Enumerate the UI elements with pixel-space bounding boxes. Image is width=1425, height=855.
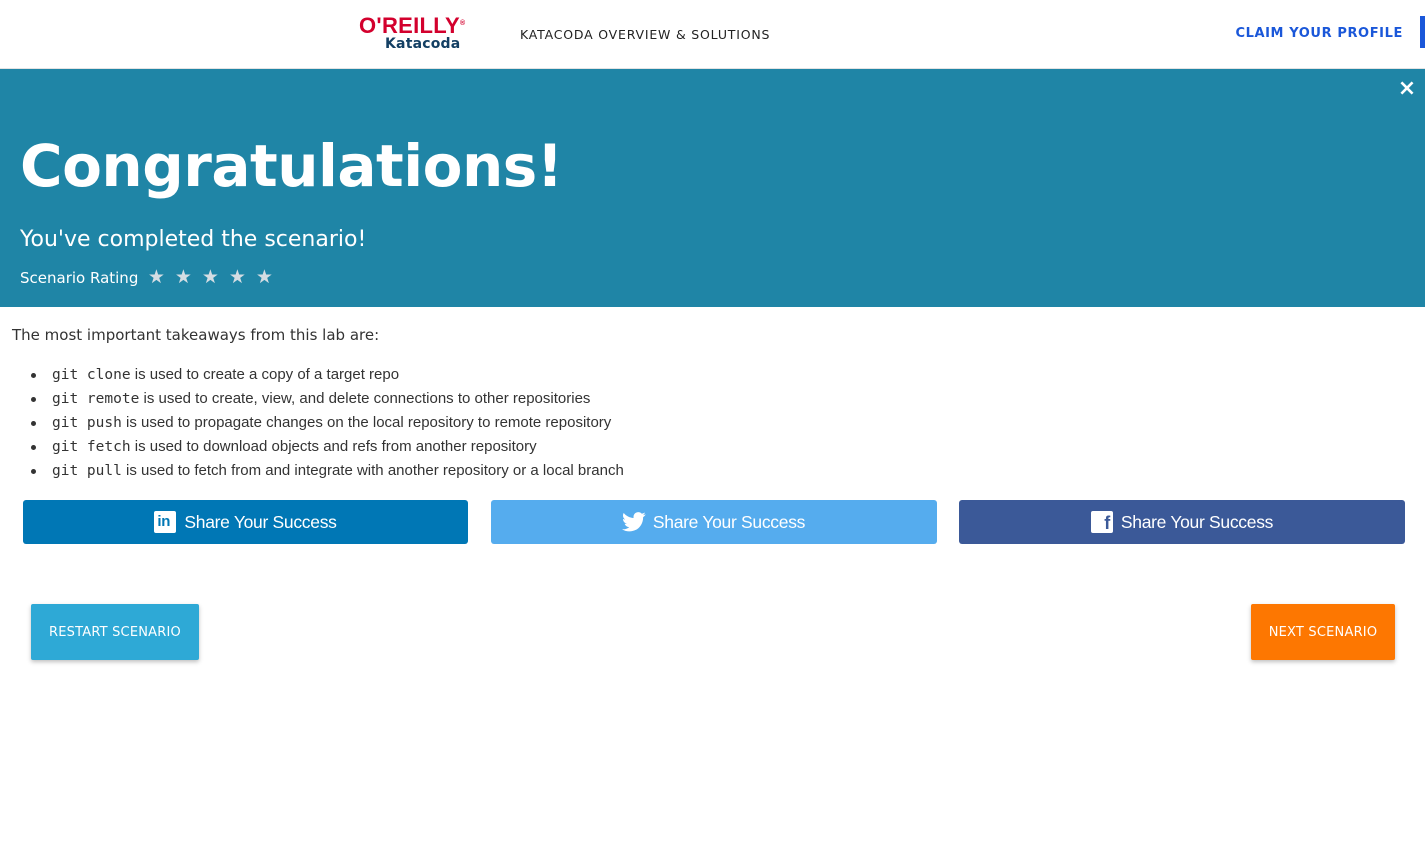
- restart-scenario-button[interactable]: RESTART SCENARIO: [31, 604, 199, 660]
- congratulations-title: Congratulations!: [20, 132, 563, 200]
- list-item-text: is used to download objects and refs fro…: [130, 438, 537, 455]
- linkedin-icon: in: [154, 511, 177, 533]
- nav-katacoda-overview-link[interactable]: KATACODA OVERVIEW & SOLUTIONS: [520, 27, 770, 43]
- completion-subtitle: You've completed the scenario!: [20, 227, 367, 252]
- takeaways-list: git clone is used to create a copy of a …: [12, 363, 624, 483]
- list-item: git pull is used to fetch from and integ…: [12, 459, 624, 483]
- share-twitter-label: Share Your Success: [652, 511, 806, 532]
- share-linkedin-button[interactable]: in Share Your Success: [23, 500, 468, 544]
- command-code: git remote: [52, 391, 140, 407]
- list-item-text: is used to create a copy of a target rep…: [130, 366, 400, 383]
- share-twitter-button[interactable]: Share Your Success: [491, 500, 937, 544]
- facebook-icon: f: [1090, 511, 1113, 533]
- list-item: git fetch is used to download objects an…: [12, 435, 624, 459]
- list-item-text: is used to propagate changes on the loca…: [121, 414, 612, 431]
- oreilly-katacoda-logo[interactable]: O'REILLY® Katacoda: [359, 14, 473, 54]
- share-facebook-label: Share Your Success: [1120, 511, 1274, 532]
- share-linkedin-label: Share Your Success: [184, 511, 337, 532]
- takeaways-intro: The most important takeaways from this l…: [12, 326, 380, 344]
- list-item: git push is used to propagate changes on…: [12, 411, 624, 435]
- close-icon[interactable]: ×: [1395, 77, 1419, 101]
- list-item-text: is used to create, view, and delete conn…: [139, 390, 591, 407]
- logo-product-text: Katacoda: [385, 36, 461, 52]
- top-navbar: O'REILLY® Katacoda KATACODA OVERVIEW & S…: [0, 0, 1425, 69]
- congratulations-banner: × Congratulations! You've completed the …: [0, 69, 1425, 307]
- command-code: git push: [52, 415, 122, 431]
- next-scenario-button[interactable]: NEXT SCENARIO: [1251, 604, 1395, 660]
- takeaways-section: The most important takeaways from this l…: [12, 323, 1412, 479]
- scenario-rating: Scenario Rating ★ ★ ★ ★ ★: [20, 266, 281, 290]
- command-code: git pull: [52, 463, 122, 479]
- claim-profile-link[interactable]: CLAIM YOUR PROFILE: [1235, 26, 1403, 42]
- star-icon-2[interactable]: ★: [173, 268, 193, 288]
- logo-brand-text: O'REILLY®: [359, 13, 466, 38]
- star-icon-5[interactable]: ★: [254, 268, 274, 288]
- command-code: git clone: [52, 367, 131, 383]
- list-item: git clone is used to create a copy of a …: [12, 363, 624, 387]
- list-item-text: is used to fetch from and integrate with…: [121, 462, 624, 479]
- rating-label: Scenario Rating: [20, 269, 139, 287]
- command-code: git fetch: [52, 439, 131, 455]
- share-facebook-button[interactable]: f Share Your Success: [959, 500, 1405, 544]
- star-icon-3[interactable]: ★: [200, 268, 220, 288]
- list-item: git remote is used to create, view, and …: [12, 387, 624, 411]
- header-edge-accent: [1420, 16, 1425, 48]
- twitter-icon: [621, 511, 646, 533]
- star-icon-4[interactable]: ★: [227, 268, 247, 288]
- star-icon-1[interactable]: ★: [146, 268, 166, 288]
